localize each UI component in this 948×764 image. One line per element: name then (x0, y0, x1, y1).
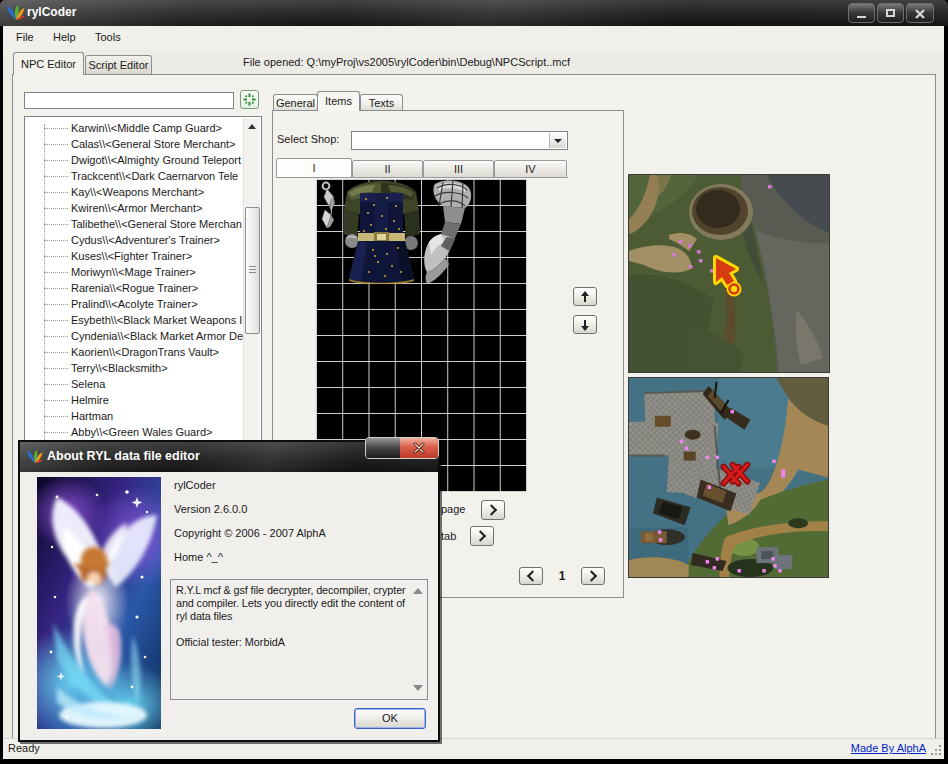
maximize-button[interactable] (877, 3, 904, 23)
item-silver-gauntlet[interactable] (421, 180, 474, 296)
close-button[interactable] (906, 3, 934, 23)
dialog-title: About RYL data file editor (47, 449, 200, 463)
about-dialog: About RYL data file editor (18, 440, 440, 742)
window-title: rylCoder (27, 5, 76, 19)
page-label: page (441, 503, 465, 515)
about-app-name: rylCoder (174, 479, 216, 491)
about-version: Version 2.6.0.0 (174, 503, 247, 515)
page-tab-4[interactable]: IV (494, 160, 567, 178)
tree-item[interactable]: Helmire (25, 392, 244, 408)
minimize-icon (857, 16, 866, 18)
menu-bar: File Help Tools (3, 26, 944, 50)
title-bar: rylCoder (0, 0, 948, 26)
tab-general[interactable]: General (273, 94, 318, 111)
map-terrain-image (628, 174, 830, 373)
tree-item[interactable]: Kaorien\\<DragonTrans Vault> (25, 344, 244, 360)
select-shop-label: Select Shop: (277, 133, 339, 145)
tab-texts[interactable]: Texts (360, 94, 403, 111)
about-description-box[interactable]: R.Y.L mcf & gsf file decrypter, decompil… (170, 579, 428, 700)
made-by-link[interactable]: Made By AlphA (851, 742, 926, 754)
maximize-icon (886, 9, 895, 17)
move-down-button[interactable] (573, 315, 597, 334)
tree-item[interactable]: Abby\\<Green Wales Guard> (25, 424, 244, 440)
tree-item[interactable]: Kuses\\<Fighter Trainer> (25, 248, 244, 264)
item-ornate-armor[interactable] (342, 180, 421, 284)
move-up-button[interactable] (573, 287, 597, 306)
close-icon (413, 442, 425, 454)
status-text: Ready (8, 742, 40, 754)
tab-script-editor[interactable]: Script Editor (85, 55, 152, 75)
chevron-down-icon (554, 139, 562, 143)
page-number: 1 (553, 569, 571, 583)
tree-item[interactable]: Hartman (25, 408, 244, 424)
ok-button[interactable]: OK (354, 708, 426, 729)
about-tester: Official tester: MorbidA (176, 636, 285, 648)
tree-item[interactable]: Moriwyn\\<Mage Trainer> (25, 264, 244, 280)
chevron-left-icon (527, 570, 538, 581)
prev-page-button[interactable] (519, 567, 543, 585)
combo-dropdown-button[interactable] (549, 133, 566, 148)
menu-help[interactable]: Help (53, 31, 76, 43)
next-page-button[interactable] (481, 500, 505, 520)
tab-label: tab (441, 530, 456, 542)
tree-item[interactable]: Kay\\<Weapons Merchant> (25, 184, 244, 200)
app-logo-icon (26, 449, 44, 465)
tree-item[interactable]: Cydus\\<Adventurer's Trainer> (25, 232, 244, 248)
map-marker-x (724, 465, 748, 484)
dialog-close-button[interactable] (400, 438, 438, 458)
dialog-minimize-button[interactable] (366, 438, 400, 458)
page-tab-1[interactable]: I (276, 158, 352, 178)
item-silver-pendant[interactable] (317, 180, 342, 231)
file-opened-label: File opened: Q:\myProj\vs2005\rylCoder\b… (243, 56, 570, 68)
chevron-right-icon (486, 504, 497, 515)
dialog-controls (365, 437, 439, 459)
menu-tools[interactable]: Tools (95, 31, 121, 43)
tree-item[interactable]: Trackcent\\<Dark Caernarvon Tele (25, 168, 244, 184)
search-button[interactable] (240, 90, 259, 109)
tree-scrollbar-thumb[interactable] (245, 207, 260, 334)
shop-combobox[interactable] (351, 131, 568, 150)
chevron-right-icon (475, 530, 486, 541)
app-logo-icon (6, 4, 26, 22)
green-crosshair-icon (243, 93, 256, 106)
tree-item[interactable]: Terry\\<Blacksmith> (25, 360, 244, 376)
anime-angel-artwork (37, 477, 161, 729)
scroll-grip-icon (249, 266, 256, 273)
arrow-down-icon (584, 320, 586, 330)
menu-file[interactable]: File (16, 31, 34, 43)
scroll-down-icon[interactable] (413, 685, 423, 691)
page-tab-2[interactable]: II (352, 160, 423, 178)
next-page-button2[interactable] (581, 567, 605, 585)
tab-npc-editor[interactable]: NPC Editor (13, 52, 84, 75)
npc-search-input[interactable] (24, 92, 234, 109)
scroll-up-icon[interactable] (248, 124, 256, 129)
minimize-button[interactable] (848, 3, 875, 23)
tab-items[interactable]: Items (317, 91, 360, 111)
tree-item[interactable]: Selena (25, 376, 244, 392)
about-copyright: Copyright © 2006 - 2007 AlphA (174, 527, 326, 539)
tree-item[interactable]: Talibethe\\<General Store Merchan (25, 216, 244, 232)
tree-item[interactable]: Kwiren\\<Armor Merchant> (25, 200, 244, 216)
tree-item[interactable]: Rarenia\\<Rogue Trainer> (25, 280, 244, 296)
tree-item[interactable]: Esybeth\\<Black Market Weapons I (25, 312, 244, 328)
next-tab-button[interactable] (470, 526, 494, 546)
about-home-link[interactable]: Home ^_^ (174, 551, 223, 563)
tree-item[interactable]: Pralind\\<Acolyte Trainer> (25, 296, 244, 312)
resize-grip[interactable] (930, 744, 942, 756)
map-harbor-image (628, 377, 829, 578)
tree-item[interactable]: Cyndenia\\<Black Market Armor De (25, 328, 244, 344)
chevron-right-icon (586, 570, 597, 581)
close-icon (915, 9, 925, 19)
scroll-up-icon[interactable] (413, 588, 423, 594)
tree-item[interactable]: Karwin\\<Middle Camp Guard> (25, 120, 244, 136)
about-description: R.Y.L mcf & gsf file decrypter, decompil… (176, 584, 418, 623)
page-tab-3[interactable]: III (423, 160, 494, 178)
tree-item[interactable]: Dwigot\\<Almighty Ground Teleport (25, 152, 244, 168)
arrow-up-icon (584, 292, 586, 302)
tree-item[interactable]: Calas\\<General Store Merchant> (25, 136, 244, 152)
